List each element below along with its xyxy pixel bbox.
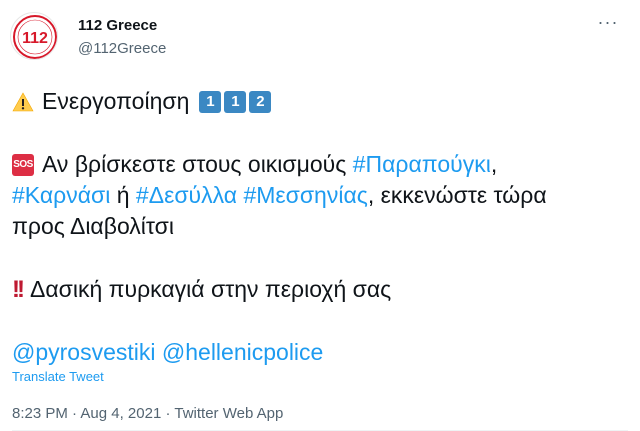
tweet-mentions: @pyrosvestiki @hellenicpolice xyxy=(12,337,627,368)
tweet-line-2: SOS Αν βρίσκεστε στους οικισμούς #Παραπο… xyxy=(12,149,627,180)
mention-hellenicpolice[interactable]: @hellenicpolice xyxy=(162,337,323,368)
keycap-1-icon: 1 xyxy=(224,90,247,113)
line3-rest-text: , εκκενώστε τώρα xyxy=(367,182,547,208)
avatar-text: 112 xyxy=(22,30,48,47)
comma-text: , xyxy=(490,151,498,177)
translate-tweet-link[interactable]: Translate Tweet xyxy=(12,369,104,384)
tweet-line-4: προς Διαβολίτσι xyxy=(12,211,627,242)
or-text: ή xyxy=(116,182,130,208)
separator: · xyxy=(165,405,171,422)
hashtag-desylla[interactable]: #Δεσύλλα xyxy=(136,180,237,211)
more-options-button[interactable]: ··· xyxy=(590,10,626,34)
hashtag-parapougki[interactable]: #Παραπούγκι xyxy=(353,149,491,180)
activation-text: Ενεργοποίηση xyxy=(42,88,190,114)
tweet-line-5: !! Δασική πυρκαγιά στην περιοχή σας xyxy=(12,274,627,305)
author-name[interactable]: 112 Greece xyxy=(78,17,157,34)
line2-text: Αν βρίσκεστε στους οικισμούς xyxy=(42,151,347,177)
tweet-time[interactable]: 8:23 PM xyxy=(12,405,68,422)
tweet-body: Ενεργοποίηση 1 1 2 SOS Αν βρίσκεστε στου… xyxy=(12,86,627,368)
avatar-logo-icon: 112 xyxy=(13,15,57,59)
hashtag-messinias[interactable]: #Μεσσηνίας xyxy=(243,180,367,211)
separator: · xyxy=(72,405,78,422)
keycap-1-icon: 1 xyxy=(199,90,222,113)
double-exclamation-icon: !! xyxy=(12,276,25,303)
warning-icon xyxy=(12,91,34,113)
tweet-metadata: 8:23 PM · Aug 4, 2021 · Twitter Web App xyxy=(12,405,283,422)
line4-text: προς Διαβολίτσι xyxy=(12,213,174,239)
avatar[interactable]: 112 xyxy=(10,12,58,60)
hashtag-karnasi[interactable]: #Καρνάσι xyxy=(12,180,110,211)
keycap-2-icon: 2 xyxy=(249,90,272,113)
mention-pyrosvestiki[interactable]: @pyrosvestiki xyxy=(12,337,156,368)
tweet-date[interactable]: Aug 4, 2021 xyxy=(80,405,161,422)
tweet-line-1: Ενεργοποίηση 1 1 2 xyxy=(12,86,627,117)
author-handle[interactable]: @112Greece xyxy=(78,40,166,57)
tweet-source[interactable]: Twitter Web App xyxy=(174,405,283,422)
line5-text: Δασική πυρκαγιά στην περιοχή σας xyxy=(29,276,392,302)
tweet-line-3: #Καρνάσι ή #Δεσύλλα #Μεσσηνίας, εκκενώστ… xyxy=(12,180,627,211)
sos-icon: SOS xyxy=(12,153,34,176)
